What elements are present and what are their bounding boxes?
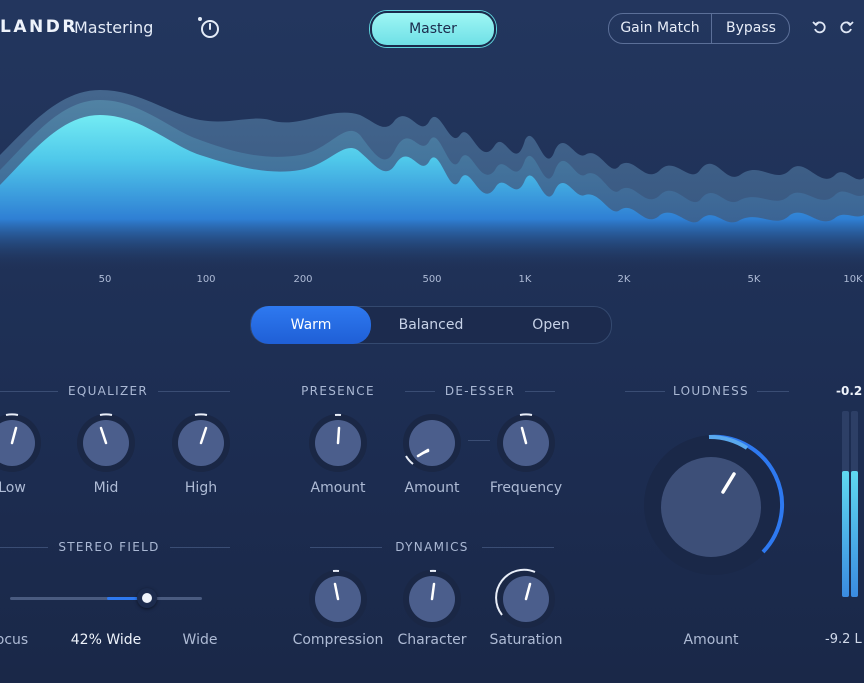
tone-warm-button[interactable]: Warm bbox=[251, 306, 371, 344]
divider bbox=[405, 391, 435, 392]
freq-tick: 100 bbox=[196, 274, 216, 285]
compression-knob[interactable] bbox=[307, 568, 369, 630]
character-label: Character bbox=[397, 632, 467, 648]
divider bbox=[0, 391, 58, 392]
freq-tick: 200 bbox=[293, 274, 313, 285]
stereo-slider-thumb[interactable] bbox=[136, 588, 157, 608]
meter-left-bar bbox=[842, 411, 849, 597]
divider bbox=[170, 547, 230, 548]
deesser-frequency-label: Frequency bbox=[489, 480, 563, 496]
eq-mid-label: Mid bbox=[93, 480, 119, 496]
freq-tick: 2K bbox=[617, 274, 631, 285]
character-knob[interactable] bbox=[401, 568, 463, 630]
tone-selector: Warm Balanced Open bbox=[250, 306, 612, 344]
spectrum-analyzer bbox=[0, 90, 864, 270]
gain-bypass-group: Gain Match Bypass bbox=[608, 13, 790, 44]
loudness-amount-knob[interactable] bbox=[639, 430, 789, 580]
bypass-button[interactable]: Bypass bbox=[711, 14, 790, 43]
product-title: Mastering bbox=[74, 18, 154, 37]
dynamics-title: DYNAMICS bbox=[395, 540, 469, 554]
freq-tick: 1K bbox=[518, 274, 532, 285]
stereo-left-label: ocus bbox=[0, 632, 29, 648]
meter-lufs-value: -9.2 L bbox=[825, 632, 862, 647]
power-settings-icon[interactable] bbox=[196, 15, 222, 41]
undo-icon[interactable] bbox=[812, 19, 828, 35]
presence-amount-label: Amount bbox=[310, 480, 366, 496]
deesser-amount-label: Amount bbox=[404, 480, 460, 496]
deesser-title: DE-ESSER bbox=[444, 384, 516, 398]
presence-amount-knob[interactable] bbox=[307, 412, 369, 474]
tone-open-button[interactable]: Open bbox=[491, 307, 611, 343]
stereo-right-label: Wide bbox=[182, 632, 218, 648]
master-button[interactable]: Master bbox=[370, 11, 496, 47]
freq-tick: 50 bbox=[98, 274, 112, 285]
saturation-label: Saturation bbox=[489, 632, 563, 648]
divider bbox=[310, 547, 382, 548]
stereo-value: 42% Wide bbox=[70, 632, 142, 648]
freq-tick: 500 bbox=[422, 274, 442, 285]
deesser-frequency-knob[interactable] bbox=[495, 412, 557, 474]
loudness-amount-label: Amount bbox=[683, 632, 739, 648]
meter-peak-value: -0.2 bbox=[836, 384, 863, 398]
presence-title: PRESENCE bbox=[301, 384, 375, 398]
eq-low-knob[interactable] bbox=[0, 412, 43, 474]
eq-high-knob[interactable] bbox=[170, 412, 232, 474]
compression-label: Compression bbox=[292, 632, 384, 648]
divider bbox=[757, 391, 789, 392]
deesser-amount-knob[interactable] bbox=[401, 412, 463, 474]
gain-match-button[interactable]: Gain Match bbox=[609, 14, 711, 43]
brand-logo: LANDR bbox=[0, 17, 78, 37]
equalizer-title: EQUALIZER bbox=[67, 384, 149, 398]
saturation-knob[interactable] bbox=[495, 568, 557, 630]
eq-low-label: Low bbox=[0, 480, 26, 496]
loudness-title: LOUDNESS bbox=[673, 384, 749, 398]
eq-mid-knob[interactable] bbox=[75, 412, 137, 474]
link-line bbox=[468, 440, 490, 441]
divider bbox=[0, 547, 48, 548]
freq-tick: 10K bbox=[843, 274, 863, 285]
divider bbox=[525, 391, 555, 392]
freq-tick: 5K bbox=[747, 274, 761, 285]
stereo-field-title: STEREO FIELD bbox=[58, 540, 160, 554]
divider bbox=[482, 547, 554, 548]
tone-balanced-button[interactable]: Balanced bbox=[371, 307, 491, 343]
divider bbox=[158, 391, 230, 392]
redo-icon[interactable] bbox=[838, 19, 854, 35]
eq-high-label: High bbox=[184, 480, 218, 496]
divider bbox=[625, 391, 665, 392]
meter-right-bar bbox=[851, 411, 858, 597]
